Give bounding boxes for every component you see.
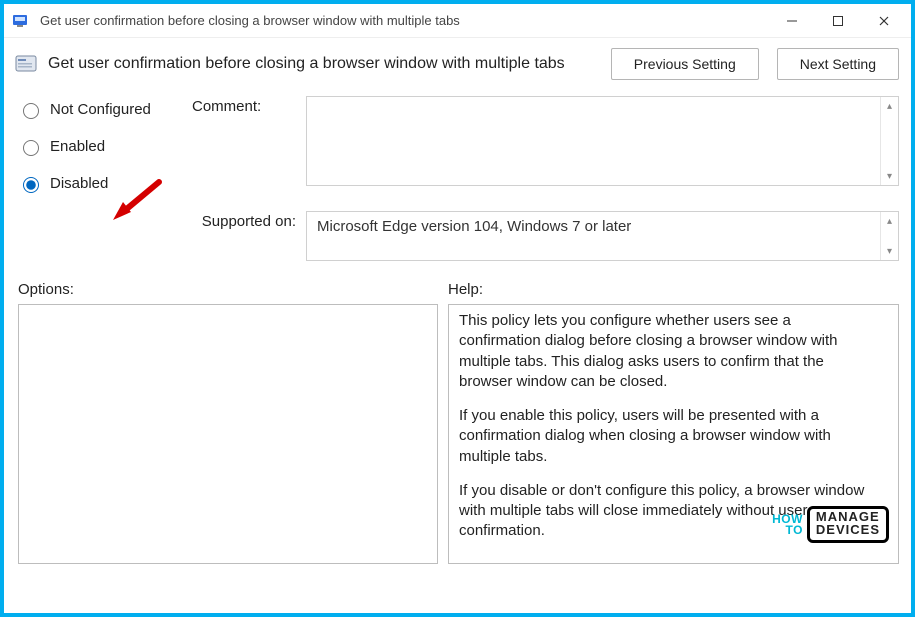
supported-scroll-up-icon[interactable]: ▴: [881, 212, 898, 230]
comment-textbox[interactable]: ▴ ▾: [306, 96, 899, 186]
supported-on-label: Supported on:: [192, 211, 302, 230]
radio-disabled-label: Disabled: [50, 175, 108, 192]
help-paragraph: This policy lets you configure whether u…: [459, 311, 876, 392]
radio-not-configured-label: Not Configured: [50, 101, 151, 118]
window-titlebar: Get user confirmation before closing a b…: [4, 4, 911, 38]
radio-enabled-input[interactable]: [23, 140, 39, 156]
previous-setting-button[interactable]: Previous Setting: [611, 48, 759, 80]
next-setting-button[interactable]: Next Setting: [777, 48, 899, 80]
comment-label: Comment:: [192, 96, 302, 115]
window-minimize-button[interactable]: [769, 6, 815, 36]
options-label: Options:: [18, 281, 448, 298]
watermark-to: TO: [772, 525, 803, 536]
radio-enabled-label: Enabled: [50, 138, 105, 155]
policy-title: Get user confirmation before closing a b…: [48, 55, 593, 73]
comment-scroll-down-icon[interactable]: ▾: [881, 167, 898, 185]
app-icon: [12, 12, 30, 30]
policy-icon: [14, 52, 38, 76]
policy-header: Get user confirmation before closing a b…: [4, 38, 911, 88]
watermark-devices: DEVICES: [816, 524, 880, 536]
help-label: Help:: [448, 281, 483, 298]
supported-on-text: Microsoft Edge version 104, Windows 7 or…: [317, 218, 631, 235]
supported-scroll-down-icon[interactable]: ▾: [881, 242, 898, 260]
radio-disabled-input[interactable]: [23, 177, 39, 193]
options-panel: [18, 304, 438, 564]
window-maximize-button[interactable]: [815, 6, 861, 36]
radio-disabled[interactable]: Disabled: [18, 174, 188, 193]
radio-enabled[interactable]: Enabled: [18, 137, 188, 156]
window-title: Get user confirmation before closing a b…: [40, 13, 769, 28]
window-close-button[interactable]: [861, 6, 907, 36]
watermark: HOW TO MANAGE DEVICES: [772, 506, 889, 543]
supported-on-box: Microsoft Edge version 104, Windows 7 or…: [306, 211, 899, 261]
comment-scroll-up-icon[interactable]: ▴: [881, 97, 898, 115]
state-radio-group: Not Configured Enabled Disabled: [18, 96, 188, 193]
radio-not-configured-input[interactable]: [23, 103, 39, 119]
radio-not-configured[interactable]: Not Configured: [18, 100, 188, 119]
help-paragraph: If you enable this policy, users will be…: [459, 406, 876, 467]
